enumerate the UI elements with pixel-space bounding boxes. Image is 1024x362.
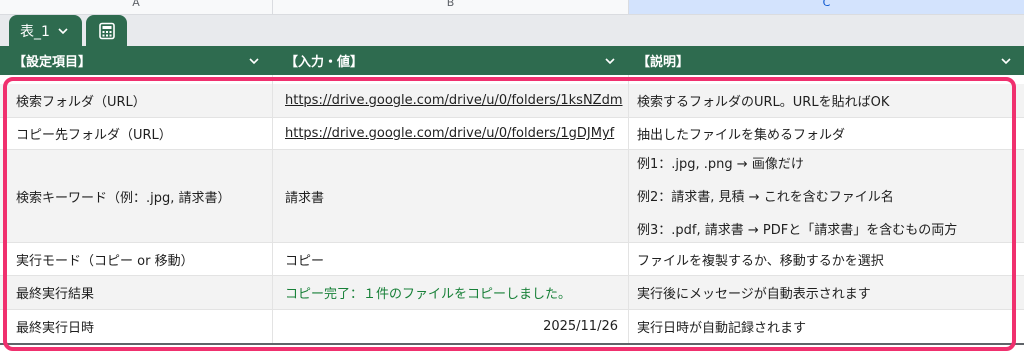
description-cell[interactable]: 実行日時が自動記録されます xyxy=(628,310,1024,343)
setting-item-cell[interactable]: 実行モード（コピー or 移動） xyxy=(0,243,272,275)
setting-item-cell[interactable]: 検索キーワード（例：.jpg, 請求書） xyxy=(0,150,272,242)
chevron-down-icon[interactable] xyxy=(1000,55,1012,67)
table-bottom-border xyxy=(0,343,1024,345)
description-cell[interactable]: ファイルを複製するか、移動するかを選択 xyxy=(628,243,1024,275)
description-cell[interactable]: 検索するフォルダのURL。URLを貼ればOK xyxy=(628,84,1024,117)
value-cell[interactable]: コピー xyxy=(272,243,628,275)
value-cell[interactable]: 請求書 xyxy=(272,150,628,242)
setting-item-cell[interactable]: コピー先フォルダ（URL） xyxy=(0,118,272,149)
chevron-down-icon xyxy=(58,27,68,34)
table-calculator-button[interactable] xyxy=(86,15,127,46)
table-name-tab[interactable]: 表_1 xyxy=(9,15,82,46)
table-row: 最終実行日時 2025/11/26 実行日時が自動記録されます xyxy=(0,310,1024,343)
table-row: 実行モード（コピー or 移動） コピー ファイルを複製するか、移動するかを選択 xyxy=(0,243,1024,276)
calculator-icon xyxy=(98,22,115,39)
description-line: 例1：.jpg, .png → 画像だけ xyxy=(637,157,804,172)
header-label: 【入力・値】 xyxy=(285,55,364,70)
description-line: 例3：.pdf, 請求書 → PDFと「請求書」を含むもの両方 xyxy=(637,223,958,238)
column-header-bar: A B C xyxy=(0,0,1024,15)
table-row: 検索キーワード（例：.jpg, 請求書） 請求書 例1：.jpg, .png →… xyxy=(0,150,1024,243)
result-message-cell[interactable]: コピー完了：１件のファイルをコピーしました。 xyxy=(272,276,628,309)
description-cell[interactable]: 抽出したファイルを集めるフォルダ xyxy=(628,118,1024,149)
value-cell[interactable]: https://drive.google.com/drive/u/0/folde… xyxy=(272,118,628,149)
column-divider xyxy=(272,75,273,345)
column-header-b[interactable]: B xyxy=(273,0,629,14)
chevron-down-icon[interactable] xyxy=(248,55,260,67)
header-input-value[interactable]: 【入力・値】 xyxy=(272,46,628,75)
setting-item-cell[interactable]: 最終実行日時 xyxy=(0,310,272,343)
table-row: 検索フォルダ（URL） https://drive.google.com/dri… xyxy=(0,84,1024,118)
chevron-down-icon[interactable] xyxy=(604,55,616,67)
column-header-c[interactable]: C xyxy=(629,0,1024,14)
table-name-label: 表_1 xyxy=(20,23,50,40)
setting-item-cell[interactable]: 最終実行結果 xyxy=(0,276,272,309)
header-setting-item[interactable]: 【設定項目】 xyxy=(0,46,272,75)
folder-url-link[interactable]: https://drive.google.com/drive/u/0/folde… xyxy=(285,126,614,141)
column-header-a[interactable]: A xyxy=(0,0,273,14)
header-label: 【設定項目】 xyxy=(13,55,92,70)
table-header-row: 【設定項目】 【入力・値】 【説明】 xyxy=(0,46,1024,75)
header-description[interactable]: 【説明】 xyxy=(628,46,1024,75)
description-cell[interactable]: 実行後にメッセージが自動表示されます xyxy=(628,276,1024,309)
description-cell[interactable]: 例1：.jpg, .png → 画像だけ 例2：請求書, 見積 → これを含むフ… xyxy=(628,150,1024,242)
setting-item-cell[interactable]: 検索フォルダ（URL） xyxy=(0,84,272,117)
table-row: コピー先フォルダ（URL） https://drive.google.com/d… xyxy=(0,118,1024,150)
header-label: 【説明】 xyxy=(637,55,690,70)
table-row: 最終実行結果 コピー完了：１件のファイルをコピーしました。 実行後にメッセージが… xyxy=(0,276,1024,310)
last-run-date-cell[interactable]: 2025/11/26 xyxy=(272,310,628,343)
table-tab-band xyxy=(0,15,1024,46)
column-divider xyxy=(628,75,629,345)
folder-url-link[interactable]: https://drive.google.com/drive/u/0/folde… xyxy=(285,93,623,108)
value-cell[interactable]: https://drive.google.com/drive/u/0/folde… xyxy=(272,84,628,117)
description-line: 例2：請求書, 見積 → これを含むファイル名 xyxy=(637,190,894,205)
